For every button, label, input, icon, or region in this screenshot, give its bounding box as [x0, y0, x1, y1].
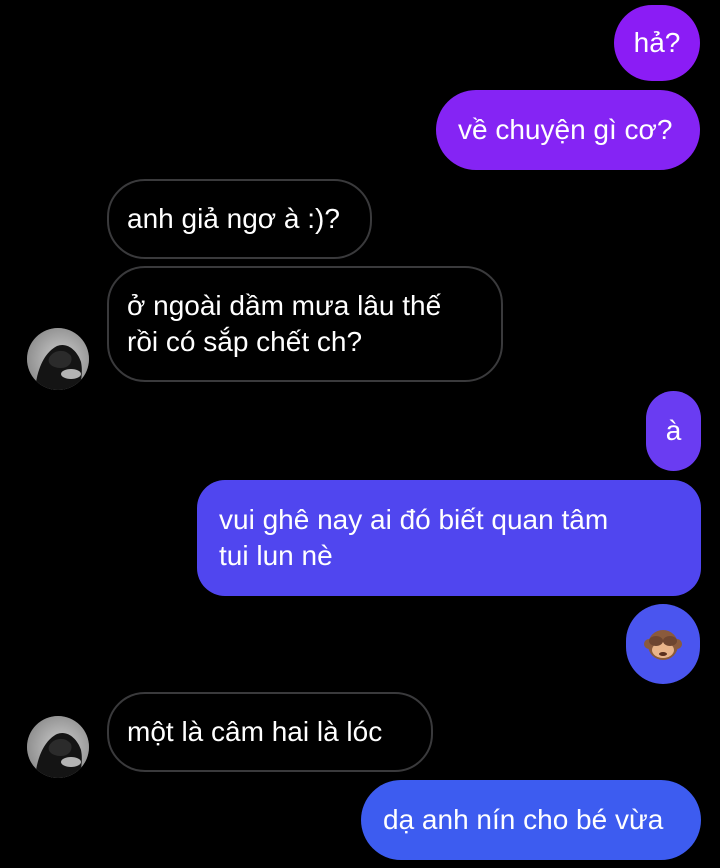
- contact-avatar[interactable]: [27, 716, 89, 778]
- outgoing-message-bubble[interactable]: à: [646, 391, 701, 471]
- incoming-message-bubble[interactable]: một là câm hai là lóc: [107, 692, 433, 772]
- message-text: dạ anh nín cho bé vừa: [383, 804, 664, 835]
- message-text: vui ghê nay ai đó biết quan tâm tui lun …: [219, 504, 609, 571]
- incoming-message-bubble[interactable]: ở ngoài dầm mưa lâu thế rồi có sắp chết …: [107, 266, 503, 382]
- outgoing-message-bubble[interactable]: hả?: [614, 5, 700, 81]
- outgoing-message-bubble[interactable]: dạ anh nín cho bé vừa: [361, 780, 701, 860]
- outgoing-message-bubble[interactable]: về chuyện gì cơ?: [436, 90, 700, 170]
- incoming-message-bubble[interactable]: anh giả ngơ à :)?: [107, 179, 372, 259]
- message-text: hả?: [633, 27, 681, 58]
- message-text: ở ngoài dầm mưa lâu thế rồi có sắp chết …: [127, 290, 442, 357]
- contact-avatar[interactable]: [27, 328, 89, 390]
- outgoing-emoji-bubble[interactable]: see-no-evil-monkey: [626, 604, 700, 684]
- see-no-evil-monkey-icon: [644, 630, 682, 660]
- avatar-photo: [27, 716, 89, 778]
- avatar-photo: [27, 328, 89, 390]
- message-text: về chuyện gì cơ?: [458, 114, 673, 145]
- outgoing-message-bubble[interactable]: vui ghê nay ai đó biết quan tâm tui lun …: [197, 480, 701, 596]
- message-text: một là câm hai là lóc: [127, 716, 383, 747]
- message-text: anh giả ngơ à :)?: [127, 203, 340, 234]
- message-text: à: [665, 415, 682, 446]
